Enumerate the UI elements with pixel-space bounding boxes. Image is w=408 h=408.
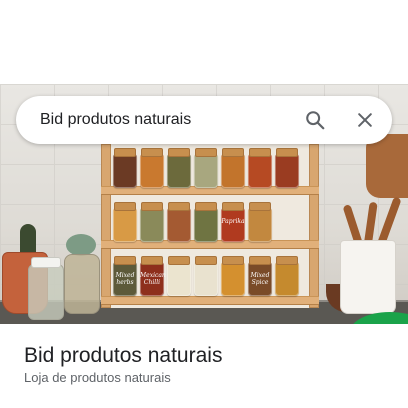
place-category: Loja de produtos naturais (24, 370, 171, 385)
spice-jar-label: Mixed Spice (250, 272, 270, 286)
rack-shelf (101, 296, 319, 305)
spice-jar (275, 148, 299, 188)
spice-jar (221, 148, 245, 188)
search-icon (306, 111, 325, 130)
spice-jar-label: Mixed herbs (115, 272, 135, 286)
spice-jar: Paprika (221, 202, 245, 242)
spice-jar: Mexican Chilli (140, 256, 166, 296)
herb-jar (64, 254, 100, 314)
jar-row-bottom: Mixed herbs Mexican Chilli Mixed Spice (113, 256, 307, 296)
utensil-holder (340, 240, 396, 314)
jar-row-top (113, 148, 307, 188)
rack-side-right (309, 144, 319, 308)
rack-side-left (101, 144, 111, 308)
succulent (66, 234, 96, 256)
top-blank-area (0, 0, 408, 84)
spice-jar (113, 202, 137, 242)
close-icon (358, 113, 372, 127)
spice-rack: Paprika Mixed herbs Mexican Chilli Mixed S… (101, 144, 319, 308)
spice-jar (194, 256, 218, 296)
spice-jar-label: Mexican Chilli (140, 272, 166, 286)
spice-jar (140, 202, 164, 242)
glass-jar (28, 257, 64, 320)
spice-jar: Mixed Spice (248, 256, 272, 296)
spice-jar (275, 256, 299, 296)
spice-jar (167, 256, 191, 296)
search-bar[interactable]: Bid produtos naturais (16, 96, 392, 144)
spice-jar (221, 256, 245, 296)
spice-jar (140, 148, 164, 188)
spice-jar (194, 202, 218, 242)
place-title[interactable]: Bid produtos naturais (24, 343, 222, 369)
spice-jar (194, 148, 218, 188)
spice-jar: Mixed herbs (113, 256, 137, 296)
spice-jar-label: Paprika (221, 218, 245, 225)
spice-jar (113, 148, 137, 188)
spice-jar (248, 148, 272, 188)
spice-jar (167, 202, 191, 242)
spice-jar (167, 148, 191, 188)
search-button[interactable] (299, 104, 331, 136)
search-input[interactable]: Bid produtos naturais (40, 96, 191, 144)
jar-row-middle: Paprika (113, 202, 307, 242)
clear-button[interactable] (349, 104, 381, 136)
spice-jar (248, 202, 272, 242)
